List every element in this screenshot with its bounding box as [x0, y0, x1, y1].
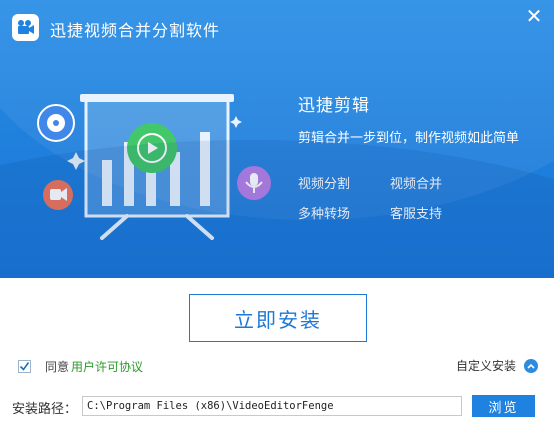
browse-button[interactable]: 浏览 [472, 395, 535, 417]
agree-checkbox[interactable] [18, 360, 31, 373]
hero-subline: 剪辑合并一步到位，制作视频如此简单 [298, 131, 520, 146]
window-title: 迅捷视频合并分割软件 [50, 21, 221, 40]
feature-merge: 视频合并 [390, 177, 443, 192]
hero-headline: 迅捷剪辑 [298, 96, 370, 116]
license-agreement: 同意 用户许可协议 [18, 358, 143, 375]
agree-label: 同意 [45, 360, 70, 374]
header-banner: 迅捷视频合并分割软件 ✕ 迅捷剪辑 剪辑合并一步到位，制作视频如此简单 视频分割… [0, 0, 554, 278]
custom-install-toggle[interactable]: 自定义安装 [456, 357, 538, 374]
license-link[interactable]: 用户许可协议 [71, 358, 143, 375]
install-path-label: 安装路径： [12, 402, 78, 417]
chevron-up-icon [524, 358, 538, 373]
install-path-input[interactable]: C:\Program Files (x86)\VideoEditorFenge [82, 396, 462, 416]
feature-transitions: 多种转场 [298, 207, 351, 222]
feature-split: 视频分割 [298, 177, 351, 192]
custom-install-label: 自定义安装 [455, 359, 516, 373]
presentation-board-illustration [37, 94, 271, 240]
close-icon[interactable]: ✕ [524, 6, 544, 26]
feature-support: 客服支持 [390, 207, 443, 222]
install-now-button[interactable]: 立即安装 [189, 294, 367, 342]
app-logo-icon [12, 14, 39, 41]
checkmark-icon [19, 362, 30, 371]
